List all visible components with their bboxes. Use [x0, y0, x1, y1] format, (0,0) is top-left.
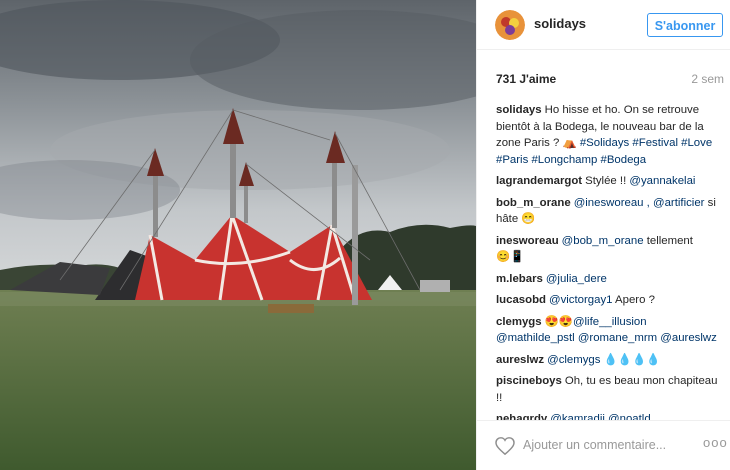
- likes-count[interactable]: 731 J'aime: [496, 72, 556, 86]
- comment-mentions[interactable]: @bob_m_orane: [562, 235, 644, 247]
- comment-item: aureslwz @clemygs 💧💧💧💧: [496, 352, 724, 369]
- comment-item: inesworeau @bob_m_orane tellement 😊📱: [496, 233, 724, 266]
- comment-emoji: 😍😍: [544, 315, 573, 328]
- comment-item: lagrandemargot Stylée !! @yannakelai: [496, 173, 724, 190]
- comment-author[interactable]: solidays: [496, 104, 542, 116]
- comment-emoji: 💧💧💧💧: [603, 353, 661, 366]
- heart-icon[interactable]: [495, 437, 515, 455]
- comment-emoji: 😊📱: [496, 251, 525, 263]
- comment-emoji: 😁: [521, 213, 536, 225]
- comment-text: Stylée !!: [585, 175, 630, 187]
- post-header: solidays S'abonner: [477, 0, 730, 50]
- comment-item: nehagrdy @kamradji @noatld: [496, 411, 724, 420]
- more-options-icon[interactable]: ooo: [703, 435, 728, 450]
- comment-mentions[interactable]: @kamradji @noatld: [550, 413, 650, 420]
- post-meta: 731 J'aime 2 sem: [496, 72, 724, 90]
- add-comment-input[interactable]: Ajouter un commentaire...: [523, 438, 666, 452]
- comment-author[interactable]: bob_m_orane: [496, 197, 571, 209]
- post-photo[interactable]: [0, 0, 476, 470]
- comment-mentions[interactable]: @inesworeau , @artificier: [574, 197, 705, 209]
- follow-button[interactable]: S'abonner: [647, 13, 723, 37]
- comment-item: lucasobd @victorgay1 Apero ?: [496, 292, 724, 309]
- comment-mentions[interactable]: @clemygs: [547, 354, 600, 366]
- comment-author[interactable]: lucasobd: [496, 294, 546, 306]
- post-sidebar: solidays S'abonner 731 J'aime 2 sem soli…: [476, 0, 730, 470]
- comment-author[interactable]: aureslwz: [496, 354, 544, 366]
- comment-item: bob_m_orane @inesworeau , @artificier si …: [496, 195, 724, 228]
- comment-item: clemygs 😍😍 @life__illusion @mathilde_pstl…: [496, 314, 724, 347]
- comment-mentions[interactable]: @yannakelai: [629, 175, 695, 187]
- avatar[interactable]: [495, 10, 525, 40]
- comment-author[interactable]: nehagrdy: [496, 413, 547, 420]
- comment-author[interactable]: lagrandemargot: [496, 175, 582, 187]
- post-footer: Ajouter un commentaire... ooo: [477, 420, 730, 470]
- username[interactable]: solidays: [534, 16, 586, 31]
- comments-list: solidays Ho hisse et ho. On se retrouve b…: [496, 102, 724, 420]
- comment-item: m.lebars @julia_dere: [496, 271, 724, 288]
- comment-author[interactable]: inesworeau: [496, 235, 559, 247]
- post-time[interactable]: 2 sem: [691, 72, 724, 86]
- comment-mentions[interactable]: @julia_dere: [546, 273, 607, 285]
- comment-text: Apero ?: [612, 294, 655, 306]
- comment-mentions[interactable]: @victorgay1: [549, 294, 612, 306]
- comment-author[interactable]: m.lebars: [496, 273, 543, 285]
- comment-item: solidays Ho hisse et ho. On se retrouve b…: [496, 102, 724, 168]
- comment-author[interactable]: piscineboys: [496, 375, 562, 387]
- comment-emoji: ⛺: [562, 137, 577, 149]
- comment-text: tellement: [643, 234, 693, 247]
- comment-author[interactable]: clemygs: [496, 316, 542, 328]
- comment-item: piscineboys Oh, tu es beau mon chapiteau …: [496, 373, 724, 406]
